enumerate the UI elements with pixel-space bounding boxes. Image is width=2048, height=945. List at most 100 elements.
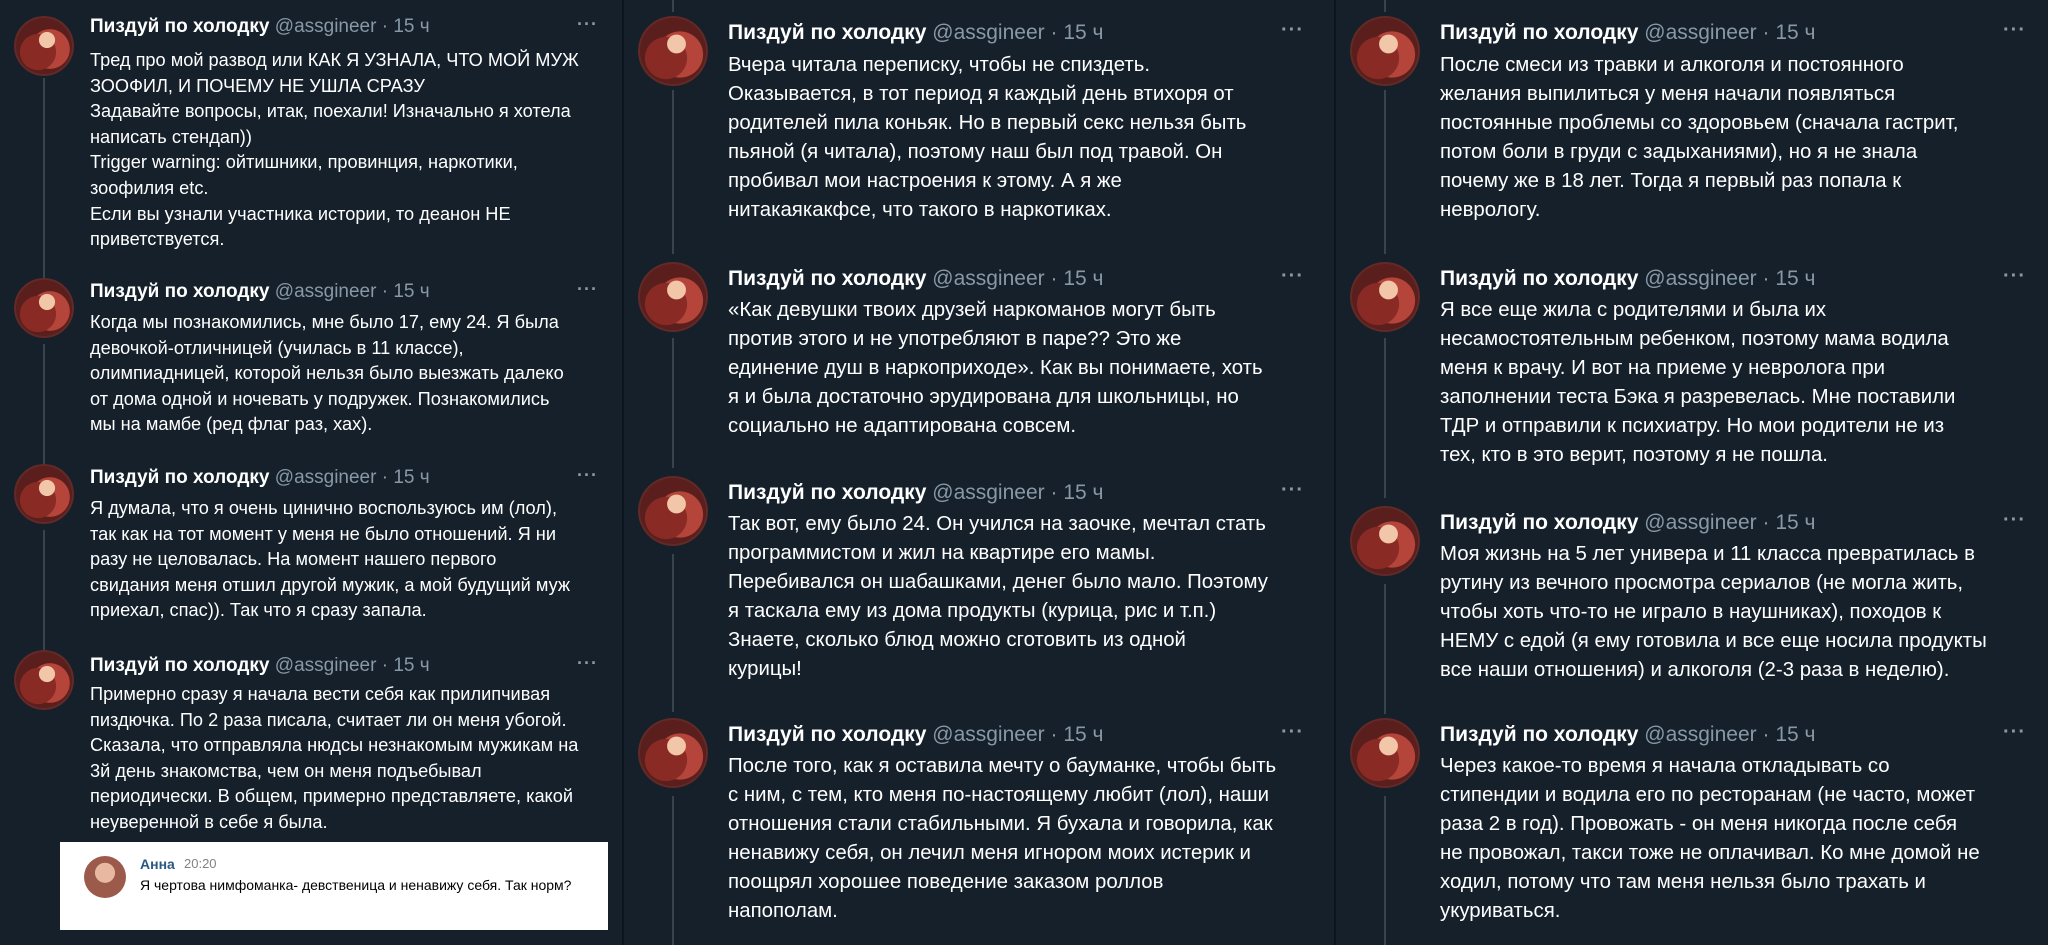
tweet-time[interactable]: 15 ч [1775, 723, 1815, 746]
tweet-time[interactable]: 15 ч [1775, 267, 1815, 290]
author-name[interactable]: Пиздуй по холодку [728, 267, 926, 290]
tweet-time[interactable]: 15 ч [1775, 511, 1815, 534]
avatar[interactable] [1350, 16, 1420, 86]
author-name[interactable]: Пиздуй по холодку [1440, 511, 1638, 534]
author-name[interactable]: Пиздуй по холодку [728, 481, 926, 504]
author-handle[interactable]: @assgineer [1644, 267, 1756, 290]
tweet-header: Пиздуй по холодку @assgineer · 15 ч [1440, 512, 1815, 533]
author-handle[interactable]: @assgineer [932, 481, 1044, 504]
avatar[interactable] [14, 650, 74, 710]
author-handle[interactable]: @assgineer [275, 467, 377, 488]
tweet-header: Пиздуй по холодку @assgineer · 15 ч [1440, 724, 1815, 745]
avatar[interactable] [638, 476, 708, 546]
tweet-text: Когда мы познакомились, мне было 17, ему… [90, 312, 564, 435]
tweet-header: Пиздуй по холодку @assgineer · 15 ч [728, 482, 1103, 503]
author-handle[interactable]: @assgineer [275, 281, 377, 302]
separator: · [1050, 267, 1058, 290]
quoted-message-card: Анна 20:20 Я чертова нимфоманка- девстве… [60, 842, 608, 930]
tweet-column-2: Пиздуй по холодку @assgineer · 15 ч ··· … [622, 0, 1332, 945]
avatar[interactable] [1350, 506, 1420, 576]
more-options-icon[interactable]: ··· [2003, 20, 2026, 40]
avatar[interactable] [638, 16, 708, 86]
more-options-icon[interactable]: ··· [577, 280, 598, 298]
more-options-icon[interactable]: ··· [1281, 480, 1304, 500]
tweet-time[interactable]: 15 ч [1063, 481, 1103, 504]
tweet-time[interactable]: 15 ч [1063, 267, 1103, 290]
tweet-header: Пиздуй по холодку @assgineer · 15 ч [728, 22, 1103, 43]
more-options-icon[interactable]: ··· [1281, 722, 1304, 742]
tweet[interactable]: Пиздуй по холодку @assgineer · 15 ч ··· … [1336, 714, 2048, 945]
more-options-icon[interactable]: ··· [1281, 20, 1304, 40]
message-time: 20:20 [184, 856, 217, 871]
author-name[interactable]: Пиздуй по холодку [728, 723, 926, 746]
more-options-icon[interactable]: ··· [2003, 722, 2026, 742]
more-options-icon[interactable]: ··· [577, 15, 598, 33]
author-handle[interactable]: @assgineer [1644, 511, 1756, 534]
tweet[interactable]: Пиздуй по холодку @assgineer · 15 ч ··· … [1336, 256, 2048, 496]
separator: · [1050, 21, 1058, 44]
tweet[interactable]: Пиздуй по холодку @assgineer · 15 ч ··· … [0, 644, 620, 840]
author-handle[interactable]: @assgineer [1644, 21, 1756, 44]
tweet-header: Пиздуй по холодку @assgineer · 15 ч [1440, 268, 1815, 289]
tweet[interactable]: Пиздуй по холодку @assgineer · 15 ч ··· … [1336, 0, 2048, 250]
tweet-text: После смеси из травки и алкоголя и посто… [1440, 54, 1959, 221]
tweet[interactable]: Пиздуй по холодку @assgineer · 15 ч ··· … [624, 472, 1332, 712]
tweet-time[interactable]: 15 ч [393, 281, 429, 302]
message-author: Анна [140, 856, 175, 872]
tweet[interactable]: Пиздуй по холодку @assgineer · 15 ч ··· … [1336, 502, 2048, 712]
author-name[interactable]: Пиздуй по холодку [1440, 21, 1638, 44]
author-name[interactable]: Пиздуй по холодку [1440, 723, 1638, 746]
tweet[interactable]: Пиздуй по холодку @assgineer · 15 ч ··· … [624, 256, 1332, 466]
tweet-text: «Как девушки твоих друзей наркоманов мог… [728, 299, 1263, 437]
more-options-icon[interactable]: ··· [2003, 510, 2026, 530]
author-handle[interactable]: @assgineer [932, 723, 1044, 746]
avatar[interactable] [638, 718, 708, 788]
tweet-time[interactable]: 15 ч [393, 16, 429, 37]
tweet[interactable]: Пиздуй по холодку @assgineer · 15 ч ··· … [0, 458, 620, 638]
tweet-column-3: Пиздуй по холодку @assgineer · 15 ч ··· … [1334, 0, 2048, 945]
tweet-time[interactable]: 15 ч [1063, 723, 1103, 746]
tweet-text: Примерно сразу я начала вести себя как п… [90, 684, 579, 832]
author-handle[interactable]: @assgineer [932, 21, 1044, 44]
tweet-time[interactable]: 15 ч [393, 467, 429, 488]
author-name[interactable]: Пиздуй по холодку [90, 655, 270, 676]
author-name[interactable]: Пиздуй по холодку [1440, 267, 1638, 290]
avatar[interactable] [14, 16, 74, 76]
separator: · [381, 281, 389, 302]
avatar[interactable] [14, 278, 74, 338]
more-options-icon[interactable]: ··· [1281, 266, 1304, 286]
more-options-icon[interactable]: ··· [2003, 266, 2026, 286]
separator: · [1050, 723, 1058, 746]
more-options-icon[interactable]: ··· [577, 466, 598, 484]
separator: · [1762, 723, 1770, 746]
separator: · [1762, 267, 1770, 290]
tweet[interactable]: Пиздуй по холодку @assgineer · 15 ч ··· … [0, 0, 620, 260]
more-options-icon[interactable]: ··· [577, 654, 598, 672]
tweet-text: Я все еще жила с родителями и была их не… [1440, 299, 1956, 466]
tweet-text: После того, как я оставила мечту о баума… [728, 755, 1277, 922]
tweet[interactable]: Пиздуй по холодку @assgineer · 15 ч ··· … [624, 714, 1332, 945]
author-handle[interactable]: @assgineer [1644, 723, 1756, 746]
tweet-text: Тред про мой развод или КАК Я УЗНАЛА, ЧТ… [90, 50, 579, 250]
author-name[interactable]: Пиздуй по холодку [728, 21, 926, 44]
author-handle[interactable]: @assgineer [932, 267, 1044, 290]
tweet-header: Пиздуй по холодку @assgineer · 15 ч [728, 724, 1103, 745]
author-name[interactable]: Пиздуй по холодку [90, 16, 270, 37]
avatar[interactable] [638, 262, 708, 332]
author-handle[interactable]: @assgineer [275, 16, 377, 37]
tweet-time[interactable]: 15 ч [1775, 21, 1815, 44]
tweet-time[interactable]: 15 ч [1063, 21, 1103, 44]
avatar[interactable] [1350, 718, 1420, 788]
tweet-header: Пиздуй по холодку @assgineer · 15 ч [90, 656, 430, 675]
tweet-header: Пиздуй по холодку @assgineer · 15 ч [90, 17, 430, 36]
tweet[interactable]: Пиздуй по холодку @assgineer · 15 ч ··· … [624, 0, 1332, 250]
author-name[interactable]: Пиздуй по холодку [90, 467, 270, 488]
separator: · [381, 655, 389, 676]
tweet-text: Через какое-то время я начала откладыват… [1440, 755, 1980, 922]
author-name[interactable]: Пиздуй по холодку [90, 281, 270, 302]
avatar[interactable] [14, 464, 74, 524]
tweet-time[interactable]: 15 ч [393, 655, 429, 676]
author-handle[interactable]: @assgineer [275, 655, 377, 676]
tweet[interactable]: Пиздуй по холодку @assgineer · 15 ч ··· … [0, 270, 620, 450]
avatar[interactable] [1350, 262, 1420, 332]
